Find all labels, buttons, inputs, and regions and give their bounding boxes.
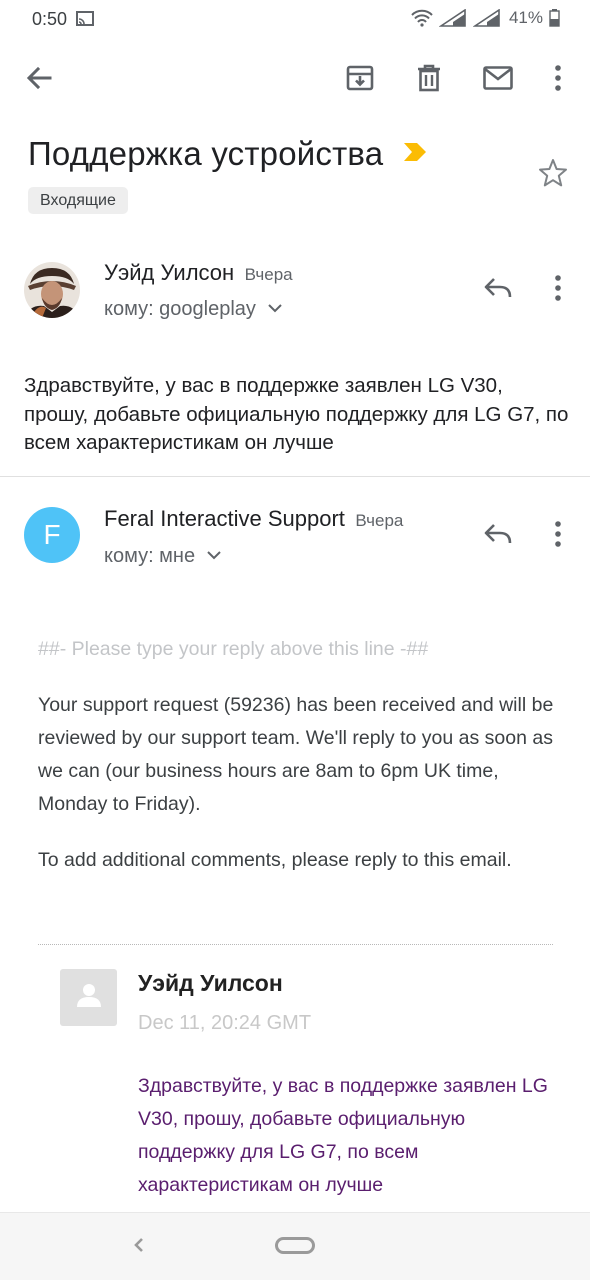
quote-divider [38, 944, 553, 945]
mark-unread-button[interactable] [474, 50, 522, 106]
quoted-body: Здравствуйте, у вас в поддержке заявлен … [138, 1075, 548, 1196]
chevron-down-icon [262, 298, 282, 320]
message-more-button[interactable] [540, 516, 576, 556]
message-paragraph: To add additional comments, please reply… [38, 849, 512, 871]
sender-avatar[interactable] [24, 262, 80, 318]
mark-unread-icon [483, 66, 513, 90]
star-button[interactable] [538, 158, 568, 193]
message-body: Здравствуйте, у вас в поддержке заявлен … [24, 374, 569, 454]
importance-marker-icon[interactable] [403, 132, 427, 170]
avatar-letter: F [43, 519, 61, 550]
archive-button[interactable] [336, 50, 384, 106]
archive-icon [346, 64, 374, 92]
chevron-left-icon [132, 1237, 144, 1258]
nav-home-button[interactable] [275, 1237, 315, 1254]
back-button[interactable] [15, 50, 63, 106]
status-time: 0:50 [32, 9, 68, 29]
message-paragraph: Your support request (59236) has been re… [38, 694, 554, 815]
sender-name: Feral Interactive Support [104, 506, 345, 531]
toolbar [0, 50, 590, 106]
more-vert-icon [555, 65, 561, 91]
back-arrow-icon [26, 66, 52, 90]
more-vert-icon [555, 520, 561, 552]
person-icon [76, 982, 102, 1013]
nav-back-button[interactable] [124, 1233, 152, 1261]
wifi-icon [411, 9, 433, 27]
message-2-header: Feral Interactive Support Вчера [104, 506, 403, 532]
status-indicators: 41% [411, 8, 560, 28]
sender-avatar[interactable]: F [24, 507, 80, 563]
battery-icon [549, 9, 560, 27]
quoted-sender-name: Уэйд Уилсон [138, 970, 283, 996]
message-date: Вчера [355, 511, 404, 530]
delete-button[interactable] [405, 50, 453, 106]
recipient-details-toggle[interactable]: кому: googleplay [104, 298, 282, 321]
signal-sim1-icon [438, 9, 467, 27]
sender-name: Уэйд Уилсон [104, 260, 235, 285]
reply-icon [484, 277, 512, 304]
more-vert-icon [555, 274, 561, 306]
subject-text: Поддержка устройства [28, 135, 384, 172]
delete-icon [417, 64, 441, 92]
quoted-avatar [60, 969, 117, 1026]
message-more-button[interactable] [540, 270, 576, 310]
more-options-button[interactable] [534, 50, 582, 106]
chevron-down-icon [201, 545, 221, 567]
reply-separator: ##- Please type your reply above this li… [38, 638, 429, 660]
cast-icon [76, 11, 94, 26]
battery-percent: 41% [508, 8, 543, 27]
email-subject: Поддержка устройства [28, 132, 427, 173]
inbox-label-chip[interactable]: Входящие [28, 187, 128, 214]
star-icon [538, 159, 568, 192]
status-bar: 0:50 41% [0, 0, 590, 40]
reply-icon [484, 523, 512, 550]
reply-button[interactable] [478, 270, 518, 310]
recipient-details-toggle[interactable]: кому: мне [104, 545, 221, 568]
message-divider [0, 476, 590, 477]
signal-sim2-icon [472, 9, 501, 27]
message-date: Вчера [244, 265, 293, 284]
recipient-text: кому: мне [104, 545, 196, 567]
quoted-date: Dec 11, 20:24 GMT [138, 1012, 312, 1034]
message-1-header: Уэйд Уилсон Вчера [104, 260, 293, 286]
recipient-text: кому: googleplay [104, 298, 256, 320]
system-nav-bar [0, 1212, 590, 1280]
reply-button[interactable] [478, 516, 518, 556]
